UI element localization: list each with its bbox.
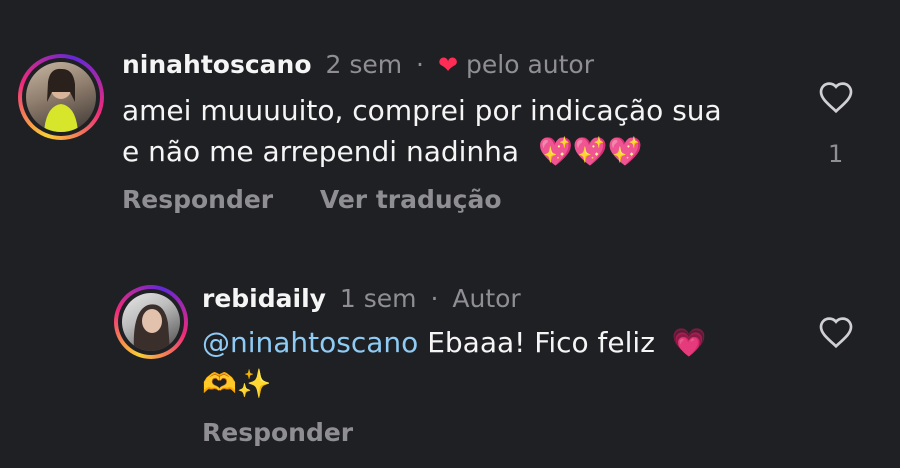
- timestamp: 2 sem: [325, 50, 403, 79]
- liked-by-author-label: pelo autor: [466, 50, 594, 79]
- avatar[interactable]: [18, 54, 104, 140]
- heart-filled-icon: ❤: [437, 51, 459, 79]
- heart-outline-icon[interactable]: [818, 80, 854, 114]
- separator: ·: [416, 50, 424, 79]
- mention-link[interactable]: @ninahtoscano: [202, 326, 418, 359]
- translate-button[interactable]: Ver tradução: [320, 185, 502, 214]
- comment-text: amei muuuuito, comprei por indicação sua…: [122, 90, 782, 172]
- avatar[interactable]: [114, 285, 188, 359]
- comment-actions: Responder: [202, 418, 391, 447]
- heart-outline-icon[interactable]: [818, 315, 854, 349]
- person-image: [44, 68, 78, 132]
- reply-item: rebidaily 1 sem · Autor @ninahtoscano Eb…: [0, 270, 900, 468]
- comment-text-line: e não me arrependi nadinha 💖💖💖: [122, 135, 643, 168]
- emoji: 💗: [671, 326, 707, 359]
- separator: ·: [430, 284, 439, 313]
- comment-actions: Responder Ver tradução: [122, 185, 540, 214]
- avatar-photo: [122, 293, 180, 351]
- reply-button[interactable]: Responder: [122, 185, 273, 214]
- username[interactable]: ninahtoscano: [122, 50, 312, 79]
- author-label: Autor: [452, 284, 521, 313]
- timestamp: 1 sem: [339, 284, 417, 313]
- comment-header: ninahtoscano 2 sem · ❤ pelo autor: [122, 50, 594, 79]
- avatar-photo: [26, 62, 96, 132]
- reply-button[interactable]: Responder: [202, 418, 353, 447]
- emoji: 🫶✨: [202, 367, 272, 400]
- person-image: [133, 304, 170, 351]
- comment-header: rebidaily 1 sem · Autor: [202, 284, 521, 313]
- comment-text-line: @ninahtoscano Ebaaa! Fico feliz 💗: [202, 326, 707, 359]
- comment-text: @ninahtoscano Ebaaa! Fico feliz 💗 🫶✨: [202, 322, 782, 404]
- comment-text-line: amei muuuuito, comprei por indicação sua: [122, 94, 722, 127]
- like-count: 1: [828, 140, 844, 168]
- comment-item: ninahtoscano 2 sem · ❤ pelo autor amei m…: [0, 0, 900, 240]
- emoji: 💖💖💖: [537, 135, 643, 168]
- username[interactable]: rebidaily: [202, 284, 326, 313]
